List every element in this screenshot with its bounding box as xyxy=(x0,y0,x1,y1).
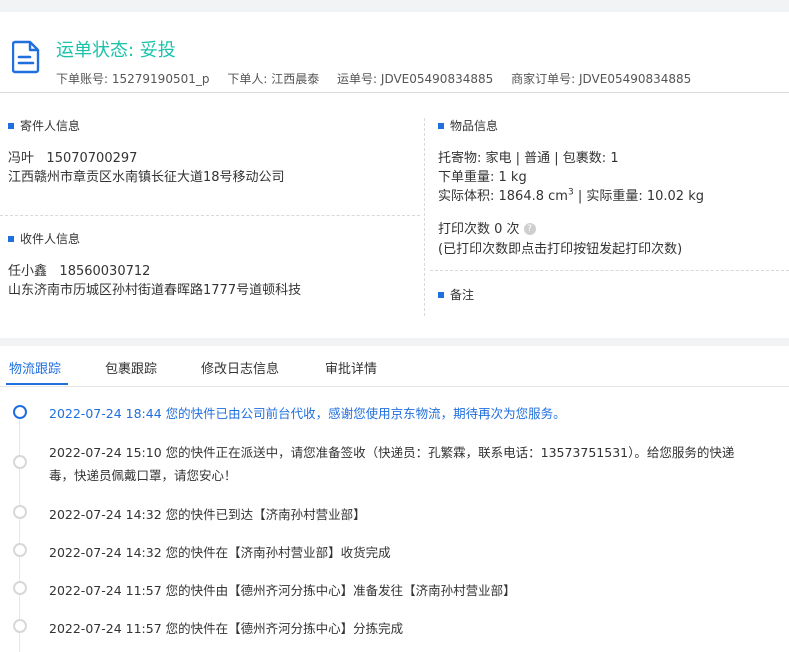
waybill-value: JDVE05490834885 xyxy=(380,72,494,86)
timeline-entry: 2022-07-24 14:32 您的快件已到达【济南孙村营业部】 xyxy=(49,507,366,522)
remark-section-title: 备注 xyxy=(438,286,474,303)
print-count: 打印次数 0 次? xyxy=(438,218,536,237)
waybill-header: 运单状态: 妥投 下单账号: 15279190501_p 下单人: 江西晨泰 运… xyxy=(0,12,789,92)
goods-order-weight: 下单重量: 1 kg xyxy=(438,170,527,185)
timeline-track xyxy=(19,412,20,652)
orderer-label: 下单人: xyxy=(227,72,268,86)
timeline-entry: 2022-07-24 11:57 您的快件在【德州齐河分拣中心】分拣完成 xyxy=(49,621,404,636)
timeline-dot xyxy=(13,455,27,469)
waybill-status: 运单状态: 妥投 xyxy=(56,40,176,61)
merchant-order-value: JDVE05490834885 xyxy=(578,72,692,86)
document-icon xyxy=(12,40,40,74)
receiver-address: 山东济南市历城区孙村街道春晖路1777号道顿科技 xyxy=(8,283,302,298)
section-separator xyxy=(0,338,789,346)
orderer-value: 江西晨泰 xyxy=(271,72,320,86)
timeline-entry: 2022-07-24 15:10 您的快件正在派送中，请您准备签收（快递员：孔繁… xyxy=(49,445,735,460)
timeline-dot xyxy=(13,505,27,519)
timeline-entry: 2022-07-24 14:32 您的快件在【济南孙村营业部】收货完成 xyxy=(49,545,391,560)
waybill-label: 运单号: xyxy=(337,72,378,86)
sender-section-title: 寄件人信息 xyxy=(8,117,80,134)
help-icon[interactable]: ? xyxy=(523,222,536,235)
merchant-order-label: 商家订单号: xyxy=(511,72,576,86)
column-divider xyxy=(424,118,425,316)
goods-section-title: 物品信息 xyxy=(438,117,498,134)
tab-logistics-tracking[interactable]: 物流跟踪 xyxy=(9,358,61,377)
sender-divider xyxy=(0,215,420,216)
active-tab-indicator xyxy=(6,383,68,385)
timeline-dot xyxy=(13,543,27,557)
sender-phone: 15070700297 xyxy=(46,151,138,166)
receiver-phone: 18560030712 xyxy=(59,264,151,279)
tab-package-tracking[interactable]: 包裹跟踪 xyxy=(105,358,157,377)
waybill-meta: 下单账号: 15279190501_p 下单人: 江西晨泰 运单号: JDVE0… xyxy=(56,70,705,87)
tab-approval-details[interactable]: 审批详情 xyxy=(325,358,377,377)
timeline-dot xyxy=(13,619,27,633)
goods-type-count: 托寄物: 家电 | 普通 | 包裹数: 1 xyxy=(438,151,619,166)
tab-bar: 物流跟踪 包裹跟踪 修改日志信息 审批详情 xyxy=(0,346,789,387)
receiver-section-title: 收件人信息 xyxy=(8,230,80,247)
receiver-name-phone: 任小鑫 18560030712 xyxy=(8,260,150,279)
sender-name-phone: 冯叶 15070700297 xyxy=(8,147,137,166)
timeline-entry: 2022-07-24 18:44 您的快件已由公司前台代收，感谢您使用京东物流，… xyxy=(49,406,566,421)
tab-modification-log[interactable]: 修改日志信息 xyxy=(201,358,279,377)
timeline-dot-current xyxy=(13,405,27,419)
print-count-note: (已打印次数即点击打印按钮发起打印次数) xyxy=(438,242,683,257)
sender-address: 江西赣州市章贡区水南镇长征大道18号移动公司 xyxy=(8,170,285,185)
receiver-name: 任小鑫 xyxy=(8,264,48,279)
goods-divider xyxy=(430,270,789,271)
order-account-value: 15279190501_p xyxy=(111,72,210,86)
order-account-label: 下单账号: xyxy=(56,72,109,86)
timeline-entry-continuation: 毒，快递员佩戴口罩，请您安心！ xyxy=(49,468,237,483)
top-strip xyxy=(0,0,789,12)
goods-volume-weight: 实际体积: 1864.8 cm3 | 实际重量: 10.02 kg xyxy=(438,187,704,204)
sender-name: 冯叶 xyxy=(8,151,35,166)
timeline-entry: 2022-07-24 11:57 您的快件由【德州齐河分拣中心】准备发往【济南孙… xyxy=(49,583,516,598)
header-divider xyxy=(0,92,789,93)
timeline-dot xyxy=(13,581,27,595)
